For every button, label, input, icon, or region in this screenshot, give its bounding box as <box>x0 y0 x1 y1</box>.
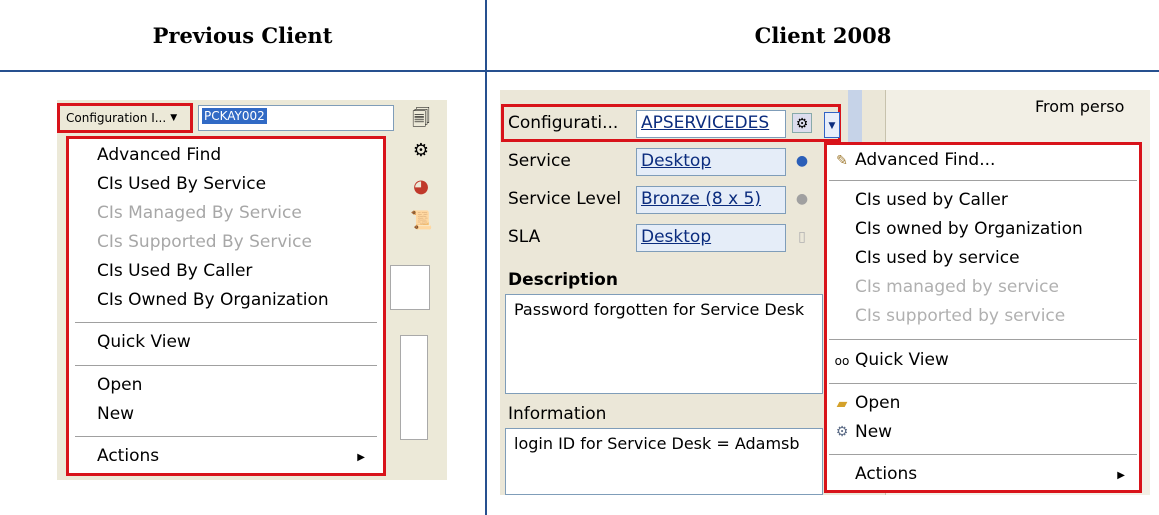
menu-separator <box>75 322 377 323</box>
menu-separator <box>75 365 377 366</box>
globe-icon[interactable]: ● <box>792 151 812 171</box>
description-field[interactable]: Password forgotten for Service Desk <box>505 294 823 394</box>
menu-item-cis-used-by-service[interactable]: CIs used by service <box>855 248 1020 268</box>
field-label-service: Service <box>508 151 571 171</box>
sla-icon[interactable]: ▯ <box>792 227 812 247</box>
configuration-item-dropdown-button[interactable]: ▼ <box>824 112 840 138</box>
glasses-icon: oo <box>834 354 850 368</box>
folder-open-icon: ▰ <box>836 396 848 412</box>
column-divider <box>485 0 487 515</box>
header-client-2008: Client 2008 <box>754 22 892 48</box>
header-divider <box>0 70 1159 72</box>
side-field <box>390 265 430 310</box>
dropdown-caret-icon: ▼ <box>170 113 178 123</box>
menu-item-cis-owned-by-organization[interactable]: CIs Owned By Organization <box>97 290 329 310</box>
pencil-icon: ✎ <box>836 153 848 169</box>
sla-link[interactable]: Desktop <box>636 224 786 252</box>
previous-context-menu: Advanced Find CIs Used By Service CIs Ma… <box>66 136 386 476</box>
from-person-label: From perso <box>1035 97 1125 116</box>
service-level-icon[interactable]: ◕ <box>410 176 432 198</box>
menu-item-cis-owned-by-organization[interactable]: CIs owned by Organization <box>855 219 1083 239</box>
menu-separator <box>829 180 1137 181</box>
menu-item-actions[interactable]: Actions <box>855 464 917 484</box>
configuration-item-input[interactable]: PCKAY002 <box>198 105 394 131</box>
menu-item-cis-used-by-caller[interactable]: CIs used by Caller <box>855 190 1008 210</box>
menu-separator <box>829 339 1137 340</box>
menu-item-cis-used-by-service[interactable]: CIs Used By Service <box>97 174 266 194</box>
menu-item-advanced-find[interactable]: Advanced Find... <box>855 150 995 170</box>
new-ci-icon: ⚙ <box>835 424 849 440</box>
menu-item-cis-supported-by-service: CIs Supported By Service <box>97 232 312 252</box>
menu-item-quick-view[interactable]: Quick View <box>855 350 949 370</box>
configuration-item-value: PCKAY002 <box>202 108 267 124</box>
field-label-sla: SLA <box>508 227 541 247</box>
menu-item-cis-used-by-caller[interactable]: CIs Used By Caller <box>97 261 252 281</box>
menu-item-open[interactable]: Open <box>855 393 900 413</box>
menu-item-quick-view[interactable]: Quick View <box>97 332 191 352</box>
menu-item-new[interactable]: New <box>97 404 134 424</box>
information-heading: Information <box>508 404 607 424</box>
sla-icon[interactable]: 📜 <box>410 210 432 232</box>
information-field[interactable]: login ID for Service Desk = Adamsb <box>505 428 823 495</box>
menu-item-open[interactable]: Open <box>97 375 142 395</box>
menu-item-advanced-find[interactable]: Advanced Find <box>97 145 221 165</box>
submenu-arrow-icon: ▶ <box>357 452 365 463</box>
menu-separator <box>829 383 1137 384</box>
submenu-arrow-icon: ▶ <box>1117 470 1125 481</box>
menu-item-cis-supported-by-service: CIs supported by service <box>855 306 1066 326</box>
header-previous-client: Previous Client <box>152 22 333 48</box>
field-label-configuration-item: Configurati... <box>508 113 619 133</box>
menu-item-cis-managed-by-service: CIs Managed By Service <box>97 203 302 223</box>
service-level-icon[interactable]: ● <box>792 189 812 209</box>
search-ci-icon[interactable]: 🗐 <box>410 108 432 130</box>
configuration-item-dropdown[interactable]: Configuration I... ▼ <box>57 103 193 133</box>
menu-item-actions[interactable]: Actions <box>97 446 159 466</box>
menu-separator <box>829 454 1137 455</box>
menu-item-new[interactable]: New <box>855 422 892 442</box>
configuration-item-dropdown-label: Configuration I... <box>66 111 167 125</box>
configuration-item-link[interactable]: APSERVICEDES <box>636 110 786 138</box>
description-heading: Description <box>508 270 618 290</box>
ci-person-icon[interactable]: ⚙ <box>792 113 812 133</box>
service-icon[interactable]: ⚙ <box>410 140 432 162</box>
panel-splitter[interactable] <box>848 90 862 150</box>
client-2008-context-menu: ✎ Advanced Find... CIs used by Caller CI… <box>824 142 1142 493</box>
menu-separator <box>75 436 377 437</box>
menu-item-cis-managed-by-service: CIs managed by service <box>855 277 1059 297</box>
service-link[interactable]: Desktop <box>636 148 786 176</box>
service-level-link[interactable]: Bronze (8 x 5) <box>636 186 786 214</box>
field-label-service-level: Service Level <box>508 189 622 209</box>
side-scrollbar[interactable] <box>400 335 428 440</box>
